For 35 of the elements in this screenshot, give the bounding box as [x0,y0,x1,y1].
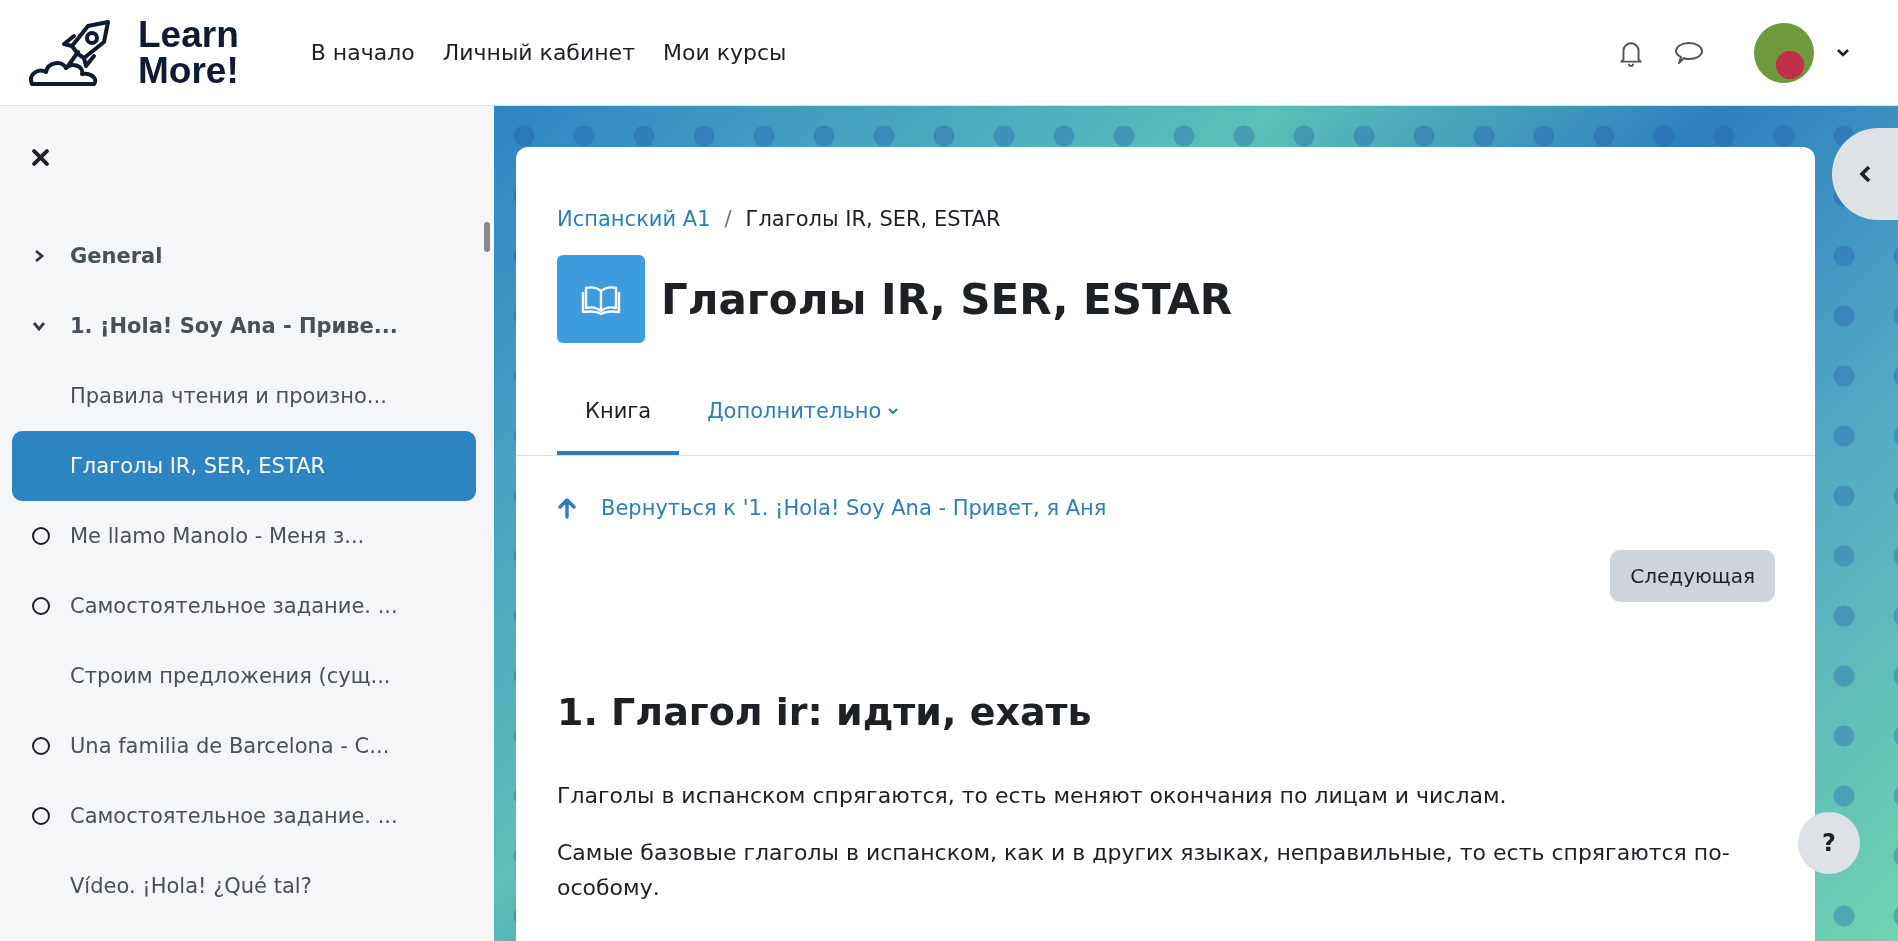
course-index-item[interactable]: General [12,221,476,291]
course-index-item[interactable]: Правила чтения и произно... [12,361,476,431]
course-index-item[interactable]: Vídeo. ¡Hola! ¿Qué tal? [12,851,476,921]
nav-link[interactable]: Личный кабинет [442,40,635,65]
caret-icon[interactable] [1836,47,1850,58]
course-index-item[interactable]: Самостоятельное задание. ... [12,781,476,851]
page-title: Глаголы IR, SER, ESTAR [661,274,1233,324]
book-icon [557,255,645,343]
arrow-up-icon[interactable] [557,497,577,519]
help-button[interactable]: ? [1798,812,1860,874]
logo-text: More! [138,52,239,89]
next-button[interactable]: Следующая [1610,550,1775,602]
course-index-item[interactable]: Самостоятельное задание. ... [12,571,476,641]
paragraph: Глаголы в испанском спрягаются, то есть меняют окончания по лицам и числам. [557,782,1508,810]
back-link[interactable]: Вернуться к '1. ¡Hola! Soy Ana - Привет, я Аня [601,496,1107,520]
breadcrumb-link[interactable]: Испанский А1 [557,207,711,231]
breadcrumb-separator: / [724,207,732,231]
close-icon[interactable] [32,149,49,166]
nav-link[interactable]: В начало [310,40,415,65]
open-drawer-button[interactable] [1832,128,1898,220]
course-index-item[interactable]: Me llamo Manolo - Меня з... [12,501,476,571]
course-index-item[interactable]: 1. ¡Hola! Soy Ana - Приве... [12,291,476,361]
tab[interactable]: Дополнительно [679,377,928,455]
breadcrumb-current: Глаголы IR, SER, ESTAR [745,207,1001,231]
paragraph: Самые базовые глаголы в испанском, как и в других языках, неправильные, то есть спрягаются по-особому. [557,839,1731,903]
logo-text: Learn [138,16,239,53]
course-index-item[interactable]: Una familia de Barcelona - C... [12,711,476,781]
course-index-item[interactable]: Строим предложения (сущ... [12,641,476,711]
chevron-left-icon[interactable] [1858,164,1872,184]
chat-bubble-icon[interactable] [1674,39,1704,66]
scrollbar-thumb[interactable] [484,222,490,252]
course-index-item[interactable]: Глаголы IR, SER, ESTAR [12,431,476,501]
tab[interactable]: Книга [557,377,680,455]
nav-link[interactable]: Мои курсы [663,40,787,65]
section-heading: 1. Глагол ir: идти, ехать [557,690,1093,734]
